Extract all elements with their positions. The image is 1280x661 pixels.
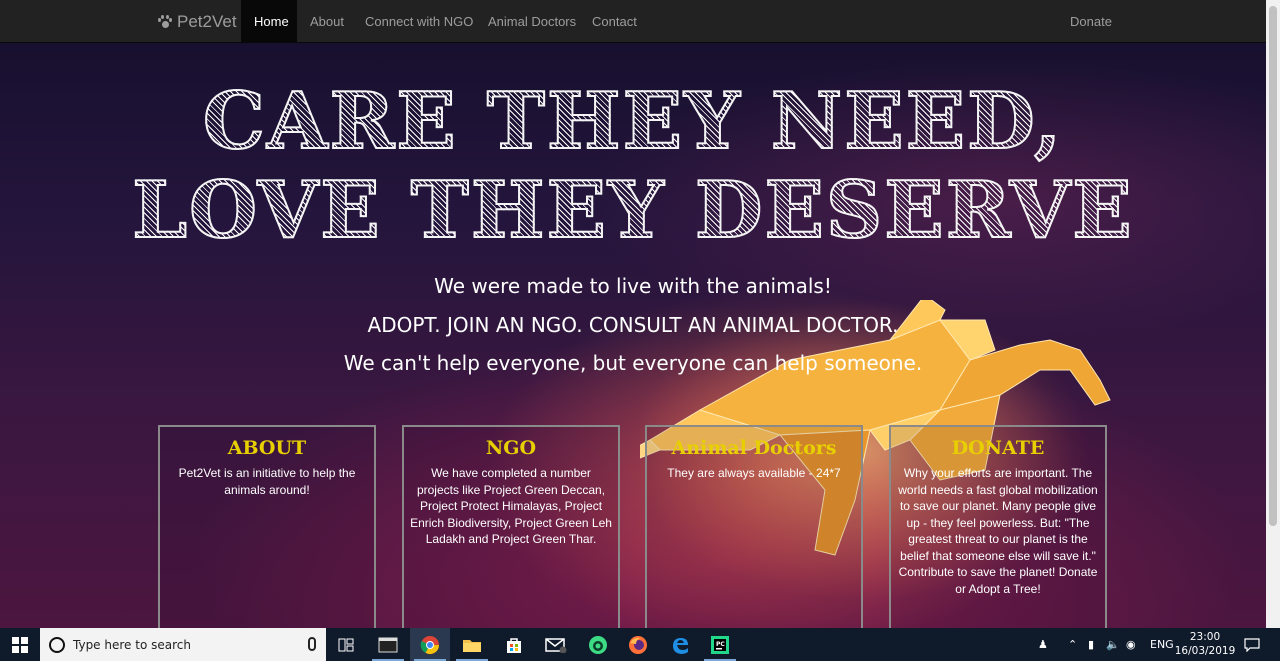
chrome-browser-icon[interactable] xyxy=(410,628,450,661)
scrollbar-thumb[interactable] xyxy=(1269,6,1277,526)
nav-about[interactable]: About xyxy=(297,0,357,43)
start-button[interactable] xyxy=(0,628,40,661)
clock[interactable]: 23:00 16/03/2019 xyxy=(1174,630,1236,658)
nav-connect-with-ngo[interactable]: Connect with NGO xyxy=(352,0,486,43)
taskbar-search-box[interactable]: Type here to search xyxy=(40,628,326,661)
card-title: NGO xyxy=(485,437,537,459)
vertical-scrollbar[interactable] xyxy=(1266,0,1280,628)
windows-logo-icon xyxy=(12,636,28,653)
hero-headline-line2: LOVE THEY DESERVE xyxy=(0,164,1266,257)
network-icon[interactable]: ◉ xyxy=(1126,628,1136,661)
clock-date: 16/03/2019 xyxy=(1174,645,1236,657)
windows-taskbar: Type here to search PC ♟ ⌃ ▮ 🔈 ◉ ENG 23:… xyxy=(0,628,1280,661)
language-indicator[interactable]: ENG xyxy=(1150,628,1174,661)
battery-icon[interactable]: ▮ xyxy=(1088,628,1094,661)
brand-link[interactable]: Pet2Vet xyxy=(158,0,237,43)
cortana-icon xyxy=(49,636,65,653)
card-title: Animal Doctors xyxy=(671,437,837,459)
browser-page: Pet2Vet Home About Connect with NGO Anim… xyxy=(0,0,1266,628)
card-text: Pet2Vet is an initiative to help the ani… xyxy=(178,466,356,497)
edge-browser-icon[interactable] xyxy=(660,628,700,661)
action-center-icon[interactable] xyxy=(1244,628,1260,661)
volume-icon[interactable]: 🔈 xyxy=(1106,628,1120,661)
about-card: ABOUT Pet2Vet is an initiative to help t… xyxy=(158,425,376,628)
card-title: ABOUT xyxy=(227,437,307,459)
ngo-card: NGO We have completed a number projects … xyxy=(402,425,620,628)
brand-name: Pet2Vet xyxy=(177,11,237,31)
task-view-icon[interactable] xyxy=(326,628,366,661)
store-icon[interactable] xyxy=(494,628,534,661)
svg-text:PC: PC xyxy=(716,641,725,648)
hero-call-to-action: ADOPT. JOIN AN NGO. CONSULT AN ANIMAL DO… xyxy=(367,313,899,337)
firefox-icon[interactable] xyxy=(618,628,658,661)
show-hidden-icons-chevron-icon[interactable]: ⌃ xyxy=(1068,628,1077,661)
donate-card: DONATE Why your efforts are important. T… xyxy=(889,425,1107,628)
card-text: They are always available - 24*7 xyxy=(667,466,841,480)
nav-contact[interactable]: Contact xyxy=(579,0,650,43)
android-studio-icon[interactable] xyxy=(578,628,618,661)
file-explorer-icon[interactable] xyxy=(452,628,492,661)
paw-icon xyxy=(158,14,172,29)
hero-quote: We can't help everyone, but everyone can… xyxy=(343,351,923,375)
card-title: DONATE xyxy=(951,437,1045,459)
hero-headline-line1: CARE THEY NEED, xyxy=(0,75,1266,168)
hero-tagline: We were made to live with the animals! xyxy=(434,274,832,298)
pycharm-icon[interactable]: PC xyxy=(700,628,740,661)
animal-doctors-card: Animal Doctors They are always available… xyxy=(645,425,863,628)
nav-animal-doctors[interactable]: Animal Doctors xyxy=(475,0,589,43)
search-placeholder: Type here to search xyxy=(73,637,191,652)
mail-icon[interactable] xyxy=(536,628,576,661)
top-navbar: Pet2Vet Home About Connect with NGO Anim… xyxy=(0,0,1266,43)
card-text: Why your efforts are important. The worl… xyxy=(898,466,1098,596)
people-icon[interactable]: ♟ xyxy=(1038,628,1048,661)
nav-home[interactable]: Home xyxy=(241,0,297,43)
clock-time: 23:00 xyxy=(1189,631,1221,643)
microphone-icon[interactable] xyxy=(308,637,316,651)
nav-donate[interactable]: Donate xyxy=(1057,0,1125,43)
card-text: We have completed a number projects like… xyxy=(410,466,612,546)
terminal-app-icon[interactable] xyxy=(368,628,408,661)
